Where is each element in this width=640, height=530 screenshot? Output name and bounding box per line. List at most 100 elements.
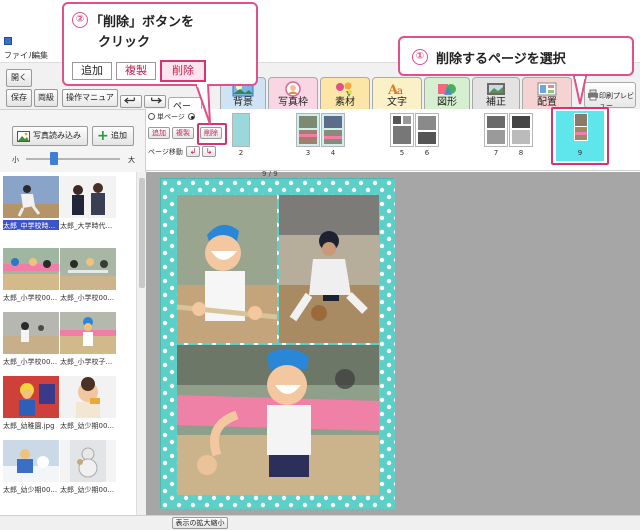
tug-of-war-photo bbox=[177, 195, 277, 343]
add-photo-label: 追加 bbox=[111, 131, 127, 140]
photo-item[interactable]: 太郎_中学校時... bbox=[3, 176, 59, 238]
scrollbar-thumb[interactable] bbox=[139, 178, 145, 288]
tab-shape[interactable]: 図形 bbox=[424, 77, 470, 109]
photo-item[interactable]: 太郎_小学校00... bbox=[3, 312, 59, 374]
snow-photo bbox=[3, 440, 59, 482]
menu-edit[interactable]: 編集 bbox=[32, 50, 48, 61]
photo-slot-race[interactable] bbox=[177, 345, 379, 495]
add-photo-button[interactable]: + 追加 bbox=[92, 126, 134, 146]
album-page[interactable] bbox=[160, 178, 395, 509]
page-strip: 単ページ 追加 複製 削除 ページ移動 ↲ ↳ 2 3 4 5 6 7 8 9 bbox=[146, 107, 640, 171]
size-small-label: 小 bbox=[12, 156, 19, 164]
running-race-photo bbox=[177, 345, 379, 495]
photo-caption: 太郎_小学校00... bbox=[60, 294, 115, 302]
photo-item[interactable]: 太郎_幼少期00... bbox=[60, 376, 116, 438]
example-add-button: 追加 bbox=[72, 62, 112, 80]
photo-item[interactable]: 太郎_小学校子... bbox=[60, 312, 116, 374]
tab-text-label: 文字 bbox=[387, 97, 407, 108]
page-add-button[interactable]: 追加 bbox=[148, 127, 170, 139]
callout-pointer-2 bbox=[194, 84, 211, 125]
undo-button[interactable] bbox=[120, 95, 142, 108]
tab-material[interactable]: 素材 bbox=[320, 77, 370, 109]
status-bar: 表示の拡大縮小 bbox=[0, 515, 640, 530]
photo-thumbnail bbox=[3, 440, 59, 482]
photo-item[interactable]: 太郎_小学校00... bbox=[60, 248, 116, 310]
photo-thumbnail bbox=[3, 176, 59, 218]
page-thumbnail-8[interactable] bbox=[509, 113, 533, 147]
print-preview-button[interactable]: 印刷プレビュー bbox=[584, 82, 636, 110]
photo-thumbnail bbox=[60, 440, 116, 482]
page-thumbnail-4[interactable] bbox=[321, 113, 345, 147]
load-photos-button[interactable]: 写真読み込み bbox=[12, 126, 88, 146]
page-preview bbox=[393, 116, 411, 144]
tab-material-label: 素材 bbox=[335, 97, 355, 108]
photo-caption: 太郎_小学校00... bbox=[3, 358, 58, 366]
page-thumbnail-5[interactable] bbox=[390, 113, 414, 147]
plus-icon: + bbox=[97, 128, 109, 144]
duplicate-file-button[interactable]: 両級 bbox=[34, 89, 58, 107]
photo-item[interactable]: 太郎_大学時代... bbox=[60, 176, 116, 238]
photo-thumbnail bbox=[3, 248, 59, 290]
page-number: 6 bbox=[424, 149, 430, 157]
slider-thumb[interactable] bbox=[50, 152, 59, 165]
photo-item[interactable]: 太郎_幼稚園.jpg bbox=[3, 376, 59, 438]
single-page-label: 単ページ bbox=[157, 113, 185, 121]
photo-slot-tug-of-war[interactable] bbox=[177, 195, 277, 343]
photo-thumbnail-grid: 太郎_中学校時... 太郎_大学時代... 太郎_小学校00... 太郎_小学校… bbox=[0, 172, 146, 515]
page-preview bbox=[512, 116, 530, 144]
callout-pointer-1 bbox=[572, 76, 588, 105]
page-thumbnail-6[interactable] bbox=[415, 113, 439, 147]
photo-caption: 太郎_大学時代... bbox=[60, 222, 113, 230]
tab-layout[interactable]: 配置 bbox=[522, 77, 572, 109]
kindergarten-photo bbox=[3, 376, 59, 418]
tab-photo-frame[interactable]: 写真枠 bbox=[268, 77, 318, 109]
photo-icon bbox=[17, 131, 30, 142]
move-page-left-button[interactable]: ↲ bbox=[186, 146, 200, 157]
save-button[interactable]: 保存 bbox=[6, 89, 32, 107]
running-child-photo bbox=[60, 312, 116, 354]
page-number: 2 bbox=[238, 149, 244, 157]
manual-button[interactable]: 操作マニュアル bbox=[62, 89, 118, 118]
thumbnail-size-slider[interactable] bbox=[26, 158, 120, 160]
page-preview bbox=[324, 116, 342, 144]
photo-thumbnail bbox=[60, 376, 116, 418]
photo-grid-scrollbar[interactable] bbox=[136, 172, 146, 515]
single-page-radio[interactable] bbox=[148, 113, 155, 120]
tab-photo-frame-label: 写真枠 bbox=[278, 97, 308, 108]
snowman-photo bbox=[60, 440, 116, 482]
page-duplicate-button[interactable]: 複製 bbox=[172, 127, 194, 139]
photo-caption: 太郎_幼少期00... bbox=[60, 422, 115, 430]
photo-caption: 太郎_中学校時... bbox=[3, 222, 56, 230]
zoom-display-button[interactable]: 表示の拡大縮小 bbox=[172, 517, 228, 529]
page-canvas[interactable]: 9 / 9 bbox=[146, 170, 640, 515]
photo-thumbnail bbox=[3, 312, 59, 354]
page-thumbnail-3[interactable] bbox=[296, 113, 320, 147]
tab-text[interactable]: Aa 文字 bbox=[372, 77, 422, 109]
page-thumbnail-2[interactable] bbox=[232, 113, 250, 147]
photo-item[interactable]: 太郎_幼少期00... bbox=[60, 440, 116, 502]
photo-thumbnail bbox=[60, 176, 116, 218]
callout-click-delete-line1: 「削除」ボタンを bbox=[90, 15, 195, 30]
page-counter: 9 / 9 bbox=[262, 170, 278, 178]
photo-item[interactable]: 太郎_幼少期00... bbox=[3, 440, 59, 502]
example-duplicate-button: 複製 bbox=[116, 62, 156, 80]
load-photos-label: 写真読み込み bbox=[33, 131, 81, 140]
callout-click-delete: ② 「削除」ボタンを クリック 追加 複製 削除 bbox=[62, 2, 258, 86]
example-delete-button: 削除 bbox=[160, 60, 206, 82]
app-window: ファイル 編集 開く 保存 両級 操作マニュアル ペー 背景 写真枠 bbox=[0, 0, 640, 530]
page-thumbnail-7[interactable] bbox=[484, 113, 508, 147]
photo-slot-baseball[interactable] bbox=[279, 195, 379, 343]
step-number-2: ② bbox=[72, 12, 88, 28]
tab-shape-label: 図形 bbox=[437, 97, 457, 108]
photo-item[interactable]: 太郎_小学校00... bbox=[3, 248, 59, 310]
move-page-right-button[interactable]: ↳ bbox=[202, 146, 216, 157]
photo-caption: 太郎_小学校子... bbox=[60, 358, 113, 366]
redo-button[interactable] bbox=[144, 95, 166, 108]
child-eating-photo bbox=[60, 376, 116, 418]
page-number: 3 bbox=[305, 149, 311, 157]
undo-icon bbox=[124, 97, 135, 104]
tab-correction[interactable]: 補正 bbox=[472, 77, 520, 109]
redo-icon bbox=[151, 97, 162, 104]
callout-select-page-text: 削除するページを選択 bbox=[436, 52, 566, 67]
open-button[interactable]: 開く bbox=[6, 69, 32, 87]
